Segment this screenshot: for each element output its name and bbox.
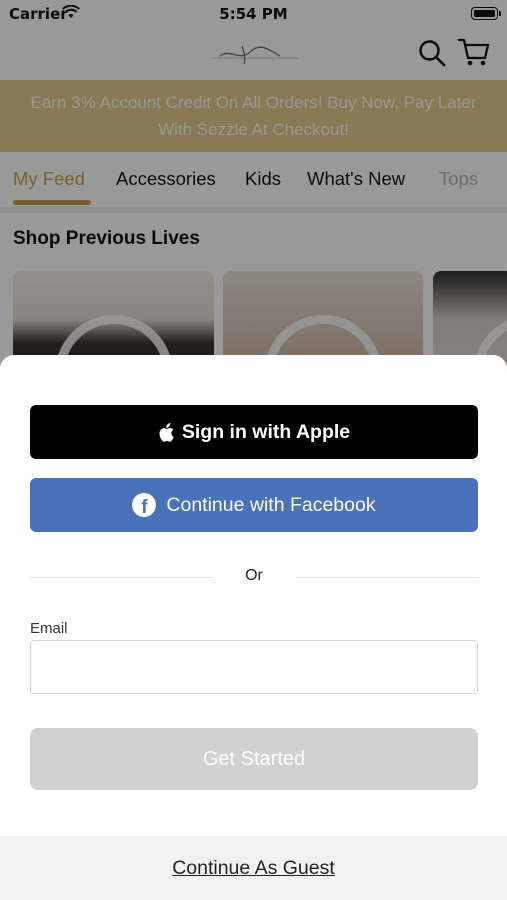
app-screen: Carrier 5:54 PM Earn 3% Account Credit O… bbox=[0, 0, 507, 900]
get-started-label: Get Started bbox=[202, 747, 306, 770]
facebook-icon: f bbox=[132, 493, 157, 517]
facebook-button-label: Continue with Facebook bbox=[166, 493, 376, 516]
login-sheet: Sign in with Apple f Continue with Faceb… bbox=[0, 355, 507, 900]
divider-line bbox=[296, 577, 478, 578]
get-started-button[interactable]: Get Started bbox=[30, 728, 478, 790]
email-label: Email bbox=[30, 620, 68, 637]
guest-bar: Continue As Guest bbox=[0, 836, 507, 900]
continue-with-facebook-button[interactable]: f Continue with Facebook bbox=[30, 478, 478, 532]
or-label: Or bbox=[245, 567, 263, 584]
email-field[interactable] bbox=[30, 640, 478, 694]
continue-as-guest-link[interactable]: Continue As Guest bbox=[172, 857, 335, 880]
apple-icon bbox=[159, 422, 174, 442]
or-divider: Or bbox=[30, 565, 478, 589]
sign-in-with-apple-button[interactable]: Sign in with Apple bbox=[30, 405, 478, 459]
apple-button-label: Sign in with Apple bbox=[181, 420, 351, 443]
